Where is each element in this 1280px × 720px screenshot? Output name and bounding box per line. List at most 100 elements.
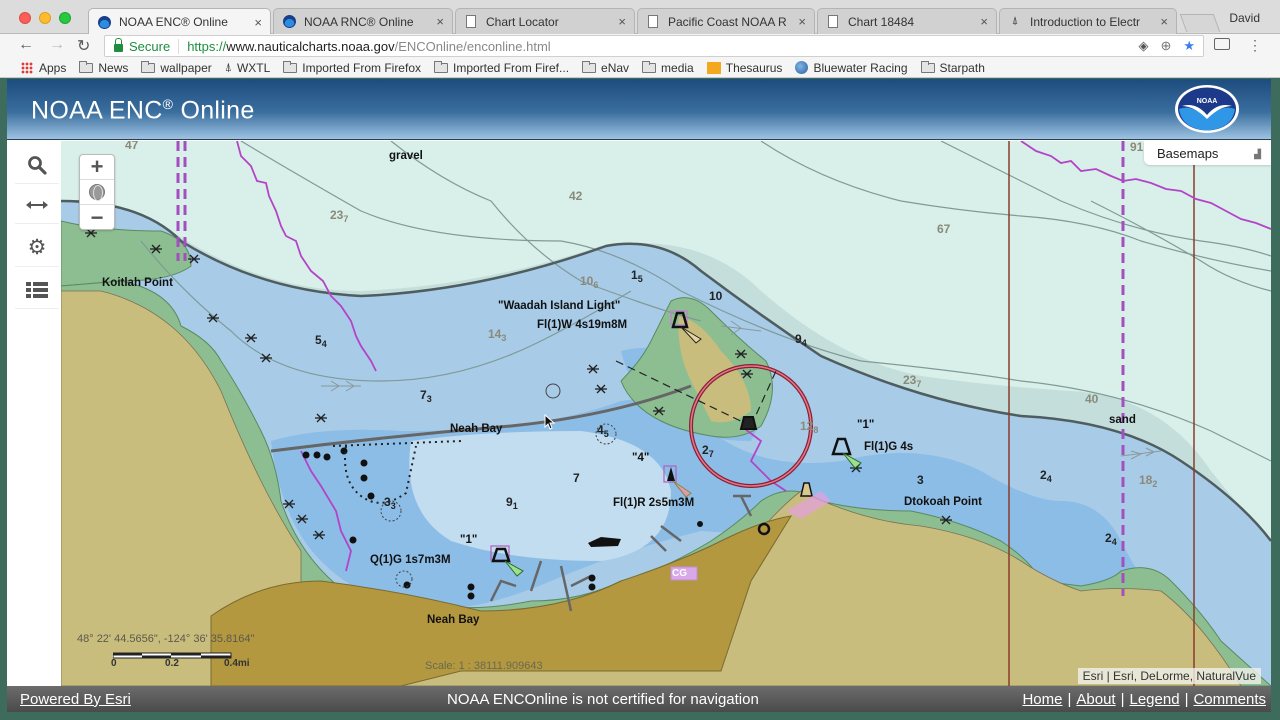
search-button[interactable] xyxy=(15,146,59,184)
comments-link[interactable]: Comments xyxy=(1193,691,1266,708)
tab-label: Chart Locator xyxy=(486,14,559,29)
tab-chart-locator[interactable]: Chart Locator × xyxy=(455,8,635,34)
noaa-logo-icon[interactable]: NOAA xyxy=(1174,84,1240,134)
close-tab-icon[interactable]: × xyxy=(436,14,444,29)
plus-icon: + xyxy=(90,154,104,179)
close-tab-icon[interactable]: × xyxy=(1160,14,1168,29)
registered-mark: ® xyxy=(162,96,174,112)
bookmark-media[interactable]: media xyxy=(642,60,694,75)
buoy-name-1-harbor: "1" xyxy=(460,534,478,546)
close-tab-icon[interactable]: × xyxy=(980,14,988,29)
url-scheme: https:// xyxy=(187,38,227,54)
chart-canvas xyxy=(61,141,1271,686)
new-tab-button[interactable] xyxy=(1179,14,1221,32)
app-footer: Powered By Esri NOAA ENCOnline is not ce… xyxy=(7,686,1271,712)
basemap-thumbnail-icon: ▟ xyxy=(1254,149,1261,159)
lighthouse-icon: ⍋ xyxy=(224,60,232,74)
bookmark-label: wallpaper xyxy=(160,60,212,75)
address-bar[interactable]: Secure https://www.nauticalcharts.noaa.g… xyxy=(104,35,1204,57)
tab-pacific-coast[interactable]: Pacific Coast NOAA R × xyxy=(637,8,815,34)
powered-by-esri-link[interactable]: Powered By Esri xyxy=(20,691,131,708)
enc-online-app: NOAA ENC® Online NOAA ⚙ + − Basemaps ▟ K… xyxy=(7,79,1271,712)
bookmark-bluewater-racing[interactable]: Bluewater Racing xyxy=(795,61,908,75)
close-tab-icon[interactable]: × xyxy=(618,14,626,29)
bookmark-thesaurus[interactable]: Thesaurus xyxy=(706,61,782,75)
blocked-popup-icon[interactable]: ◈ xyxy=(1138,38,1148,54)
light-char-quick-green: Q(1)G 1s7m3M xyxy=(370,554,451,566)
measure-icon xyxy=(26,200,48,209)
bookmark-label: WXTL xyxy=(236,60,271,75)
bookmark-label: Imported From Firef... xyxy=(453,60,570,75)
bookmark-wallpaper[interactable]: wallpaper xyxy=(141,60,212,75)
tab-label: Pacific Coast NOAA R xyxy=(668,14,787,29)
home-extent-button[interactable] xyxy=(80,180,114,205)
title-text: NOAA ENC xyxy=(31,96,163,125)
sounding: 237 xyxy=(903,373,922,389)
reload-icon[interactable]: ↻ xyxy=(77,36,90,56)
light-name-waadah: "Waadah Island Light" xyxy=(498,300,621,312)
back-arrow-icon[interactable]: ← xyxy=(18,36,34,54)
sounding: 91 xyxy=(1130,141,1144,154)
sounding: 67 xyxy=(937,222,951,236)
bookmark-wxtl[interactable]: ⍋ WXTL xyxy=(225,60,271,75)
browser-window: NOAA ENC® Online × NOAA RNC® Online × Ch… xyxy=(0,0,1280,720)
page-icon xyxy=(646,15,660,29)
minimize-window-button[interactable] xyxy=(39,12,51,24)
bookmark-enav[interactable]: eNav xyxy=(582,60,630,75)
sounding: 94 xyxy=(795,332,807,348)
sounding: 106 xyxy=(580,274,599,290)
tab-noaa-rnc-online[interactable]: NOAA RNC® Online × xyxy=(273,8,453,34)
sounding: 91 xyxy=(506,495,518,511)
bookmark-imported-firefox[interactable]: Imported From Firefox xyxy=(283,60,421,75)
bookmark-news[interactable]: News xyxy=(79,60,128,75)
cast-icon[interactable] xyxy=(1214,38,1230,50)
close-tab-icon[interactable]: × xyxy=(798,14,806,29)
bookmark-star-icon[interactable]: ★ xyxy=(1183,38,1195,54)
home-link[interactable]: Home xyxy=(1022,691,1062,708)
zoom-magnifier-icon[interactable]: ⊕ xyxy=(1160,38,1171,54)
tab-noaa-enc-online[interactable]: NOAA ENC® Online × xyxy=(88,8,271,35)
buoy-name-1-east: "1" xyxy=(857,419,875,431)
folder-icon xyxy=(79,60,94,73)
layers-list-icon xyxy=(26,281,48,298)
bookmark-label: eNav xyxy=(601,60,630,75)
light-char-green-4s: Fl(1)G 4s xyxy=(864,441,914,453)
basemaps-toggle[interactable]: Basemaps ▟ xyxy=(1144,141,1271,165)
profile-name[interactable]: David xyxy=(1229,11,1260,25)
legend-link[interactable]: Legend xyxy=(1130,691,1180,708)
folder-icon xyxy=(920,60,935,73)
place-label-neah-bay-water: Neah Bay xyxy=(450,423,503,435)
tab-label: NOAA ENC® Online xyxy=(119,15,228,29)
close-window-button[interactable] xyxy=(19,12,31,24)
sounding: 40 xyxy=(1085,392,1099,406)
tab-intro-electronic[interactable]: ⍋ Introduction to Electr × xyxy=(999,8,1177,34)
thesaurus-icon xyxy=(706,61,721,74)
sounding: 24 xyxy=(1040,468,1052,484)
tab-strip: NOAA ENC® Online × NOAA RNC® Online × Ch… xyxy=(0,0,1280,35)
zoom-out-button[interactable]: − xyxy=(80,205,114,230)
search-icon xyxy=(28,155,47,175)
forward-arrow-icon[interactable]: → xyxy=(49,36,65,54)
sounding: 128 xyxy=(800,419,819,435)
maximize-window-button[interactable] xyxy=(59,12,71,24)
close-tab-icon[interactable]: × xyxy=(254,15,262,30)
layers-list-button[interactable] xyxy=(15,271,59,309)
buoy-name-4: "4" xyxy=(632,452,650,464)
url-host: www.nauticalcharts.noaa.gov xyxy=(226,38,395,54)
bookmark-apps[interactable]: Apps xyxy=(21,61,66,75)
measure-button[interactable] xyxy=(15,186,59,224)
noaa-icon xyxy=(282,15,296,29)
tab-chart-18484[interactable]: Chart 18484 × xyxy=(817,8,997,34)
browser-menu-icon[interactable]: ⋮ xyxy=(1248,37,1262,54)
settings-button[interactable]: ⚙ xyxy=(15,229,59,267)
tab-label: Chart 18484 xyxy=(848,14,915,29)
svg-text:NOAA: NOAA xyxy=(1197,98,1218,105)
about-link[interactable]: About xyxy=(1076,691,1115,708)
bookmark-imported-firef[interactable]: Imported From Firef... xyxy=(434,60,570,75)
minus-icon: − xyxy=(90,204,104,230)
nautical-chart-map[interactable]: + − Basemaps ▟ Koitlah Point Neah Bay Ne… xyxy=(61,141,1271,686)
sounding: 47 xyxy=(125,141,139,152)
bookmark-starpath[interactable]: Starpath xyxy=(920,60,985,75)
zoom-in-button[interactable]: + xyxy=(80,154,114,180)
sounding: 54 xyxy=(315,333,327,349)
